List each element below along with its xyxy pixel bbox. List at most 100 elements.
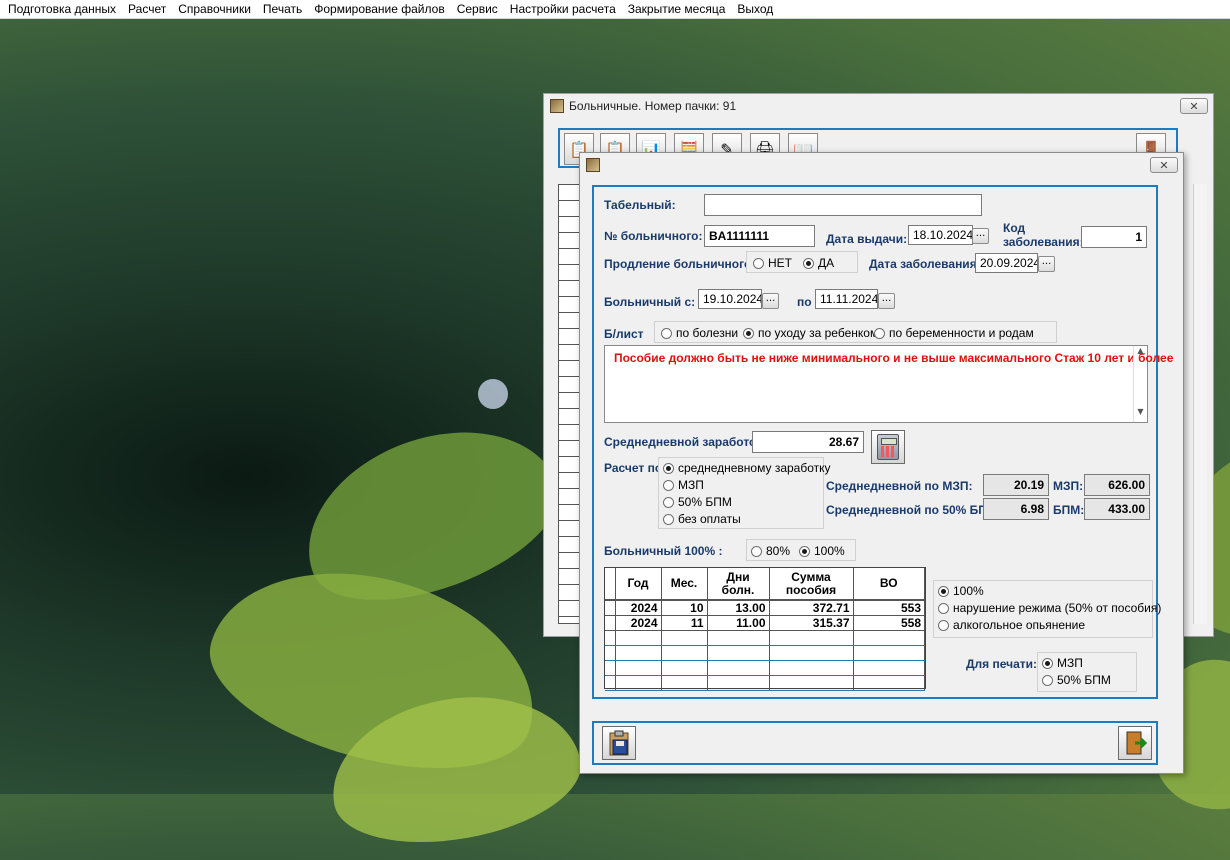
extension-no-radio[interactable]: НЕТ	[753, 256, 792, 270]
regime-radio-group: 100% нарушение режима (50% от пособия) а…	[933, 580, 1161, 638]
close-button[interactable]: ✕	[1180, 98, 1208, 114]
save-clipboard-icon	[609, 730, 629, 756]
row-indicator	[605, 600, 616, 616]
radio-indicator	[1042, 674, 1053, 686]
mzp-value: 626.00	[1084, 474, 1150, 496]
type-illness-radio[interactable]: по болезни	[661, 326, 738, 340]
radio-indicator	[743, 327, 754, 339]
illness-code-input[interactable]: 1	[1081, 226, 1147, 248]
cell-vo[interactable]: 558	[853, 615, 925, 631]
menu-calc-settings[interactable]: Настройки расчета	[504, 2, 622, 16]
cell-days[interactable]: 11.00	[707, 615, 770, 631]
regime-violation-radio[interactable]: нарушение режима (50% от пособия)	[938, 601, 1161, 615]
menu-files[interactable]: Формирование файлов	[308, 2, 450, 16]
period-from-input[interactable]: 19.10.2024	[698, 289, 762, 309]
sick-100-label: Больничный 100% :	[604, 544, 723, 558]
calculate-button[interactable]	[871, 430, 905, 464]
print-bpm-radio[interactable]: 50% БПМ	[1042, 673, 1111, 687]
table-row[interactable]	[605, 660, 925, 676]
cell-year[interactable]: 2024	[615, 615, 662, 631]
cell-days[interactable]: 13.00	[707, 600, 770, 616]
benefit-warning-text: Пособие должно быть не ниже минимального…	[614, 351, 1174, 365]
bpm-value: 433.00	[1084, 498, 1150, 520]
col-year[interactable]: Год	[615, 568, 662, 601]
exit-button[interactable]	[1118, 726, 1152, 760]
calc-avg-radio[interactable]: среднедневному заработку	[663, 461, 831, 475]
radio-indicator	[661, 327, 672, 339]
form-titlebar[interactable]	[580, 153, 1183, 177]
menu-calc[interactable]: Расчет	[122, 2, 172, 16]
app-icon	[550, 99, 564, 113]
type-child-care-radio[interactable]: по уходу за ребенком	[743, 326, 878, 340]
radio-indicator	[1042, 657, 1053, 669]
sick-type-label: Б/лист	[604, 327, 644, 341]
illness-date-picker-button[interactable]: ...	[1038, 256, 1055, 272]
menu-print[interactable]: Печать	[257, 2, 308, 16]
menu-data-prep[interactable]: Подготовка данных	[2, 2, 122, 16]
sick-no-input[interactable]: BA1111111	[704, 225, 815, 247]
code-label-line1: Код	[1003, 221, 1026, 235]
extension-yes-label: ДА	[818, 256, 835, 270]
sick-100-option-label: 100%	[814, 544, 845, 558]
print-mzp-label: МЗП	[1057, 656, 1083, 670]
sick-80-label: 80%	[766, 544, 791, 558]
col-sum[interactable]: Сумма пособия	[769, 568, 854, 601]
col-month[interactable]: Мес.	[661, 568, 708, 601]
cell-month[interactable]: 10	[661, 600, 708, 616]
memo-scrollbar[interactable]: ▲ ▼	[1133, 346, 1147, 422]
radio-indicator	[751, 545, 762, 557]
type-pregnancy-radio[interactable]: по беременности и родам	[874, 326, 1034, 340]
avg-mzp-value: 20.19	[983, 474, 1049, 496]
table-row[interactable]	[605, 675, 925, 691]
tab-number-input[interactable]	[704, 194, 982, 216]
col-days[interactable]: Дни болн.	[707, 568, 770, 601]
period-from-picker-button[interactable]: ...	[762, 293, 779, 309]
row-indicator-header	[605, 568, 616, 601]
close-button[interactable]: ✕	[1150, 157, 1178, 173]
issue-date-picker-button[interactable]: ...	[972, 228, 989, 244]
period-from-label: Больничный с:	[604, 295, 696, 309]
table-row[interactable]	[605, 645, 925, 661]
menu-service[interactable]: Сервис	[451, 2, 504, 16]
window-title: Больничные. Номер пачки: 91	[569, 99, 737, 113]
calc-none-radio[interactable]: без оплаты	[663, 512, 741, 526]
period-to-input[interactable]: 11.11.2024	[815, 289, 878, 309]
regime-100-radio[interactable]: 100%	[938, 584, 984, 598]
period-to-picker-button[interactable]: ...	[878, 293, 895, 309]
menu-month-close[interactable]: Закрытие месяца	[622, 2, 732, 16]
window-titlebar[interactable]: Больничные. Номер пачки: 91	[544, 94, 1213, 118]
sick-80-radio[interactable]: 80%	[751, 544, 790, 558]
menu-exit[interactable]: Выход	[731, 2, 779, 16]
sick-100-radio-group: 80% 100%	[746, 539, 856, 561]
code-label-line2: заболевания:	[1003, 235, 1084, 249]
avg-earnings-input[interactable]: 28.67	[752, 431, 864, 453]
cell-month[interactable]: 11	[661, 615, 708, 631]
scrollbar[interactable]	[1193, 184, 1207, 624]
notes-memo[interactable]: Пособие должно быть не ниже минимального…	[604, 345, 1173, 423]
print-mzp-radio[interactable]: МЗП	[1042, 656, 1083, 670]
col-vo[interactable]: ВО	[853, 568, 925, 601]
table-row[interactable]: 2024 11 11.00 315.37 558	[605, 615, 925, 631]
calc-bpm-radio[interactable]: 50% БПМ	[663, 495, 732, 509]
radio-indicator	[663, 479, 674, 491]
exit-door-icon	[1126, 731, 1147, 755]
sick-100-radio[interactable]: 100%	[799, 544, 845, 558]
cell-year[interactable]: 2024	[615, 600, 662, 616]
illness-date-input[interactable]: 20.09.2024	[975, 253, 1038, 273]
issue-date-input[interactable]: 18.10.2024	[908, 225, 973, 245]
menu-directories[interactable]: Справочники	[172, 2, 257, 16]
cell-sum[interactable]: 372.71	[769, 600, 854, 616]
extension-yes-radio[interactable]: ДА	[803, 256, 834, 270]
radio-indicator	[663, 462, 674, 474]
extension-no-label: НЕТ	[768, 256, 792, 270]
payments-table[interactable]: Год Мес. Дни болн. Сумма пособия ВО 2024…	[604, 567, 926, 691]
save-button[interactable]	[602, 726, 636, 760]
cell-sum[interactable]: 315.37	[769, 615, 854, 631]
table-row[interactable]	[605, 630, 925, 646]
table-row[interactable]: 2024 10 13.00 372.71 553	[605, 600, 925, 616]
calc-mzp-radio[interactable]: МЗП	[663, 478, 704, 492]
cell-vo[interactable]: 553	[853, 600, 925, 616]
regime-alcohol-radio[interactable]: алкогольное опьянение	[938, 618, 1085, 632]
regime-alcohol-label: алкогольное опьянение	[953, 618, 1086, 632]
type-illness-label: по болезни	[676, 326, 739, 340]
